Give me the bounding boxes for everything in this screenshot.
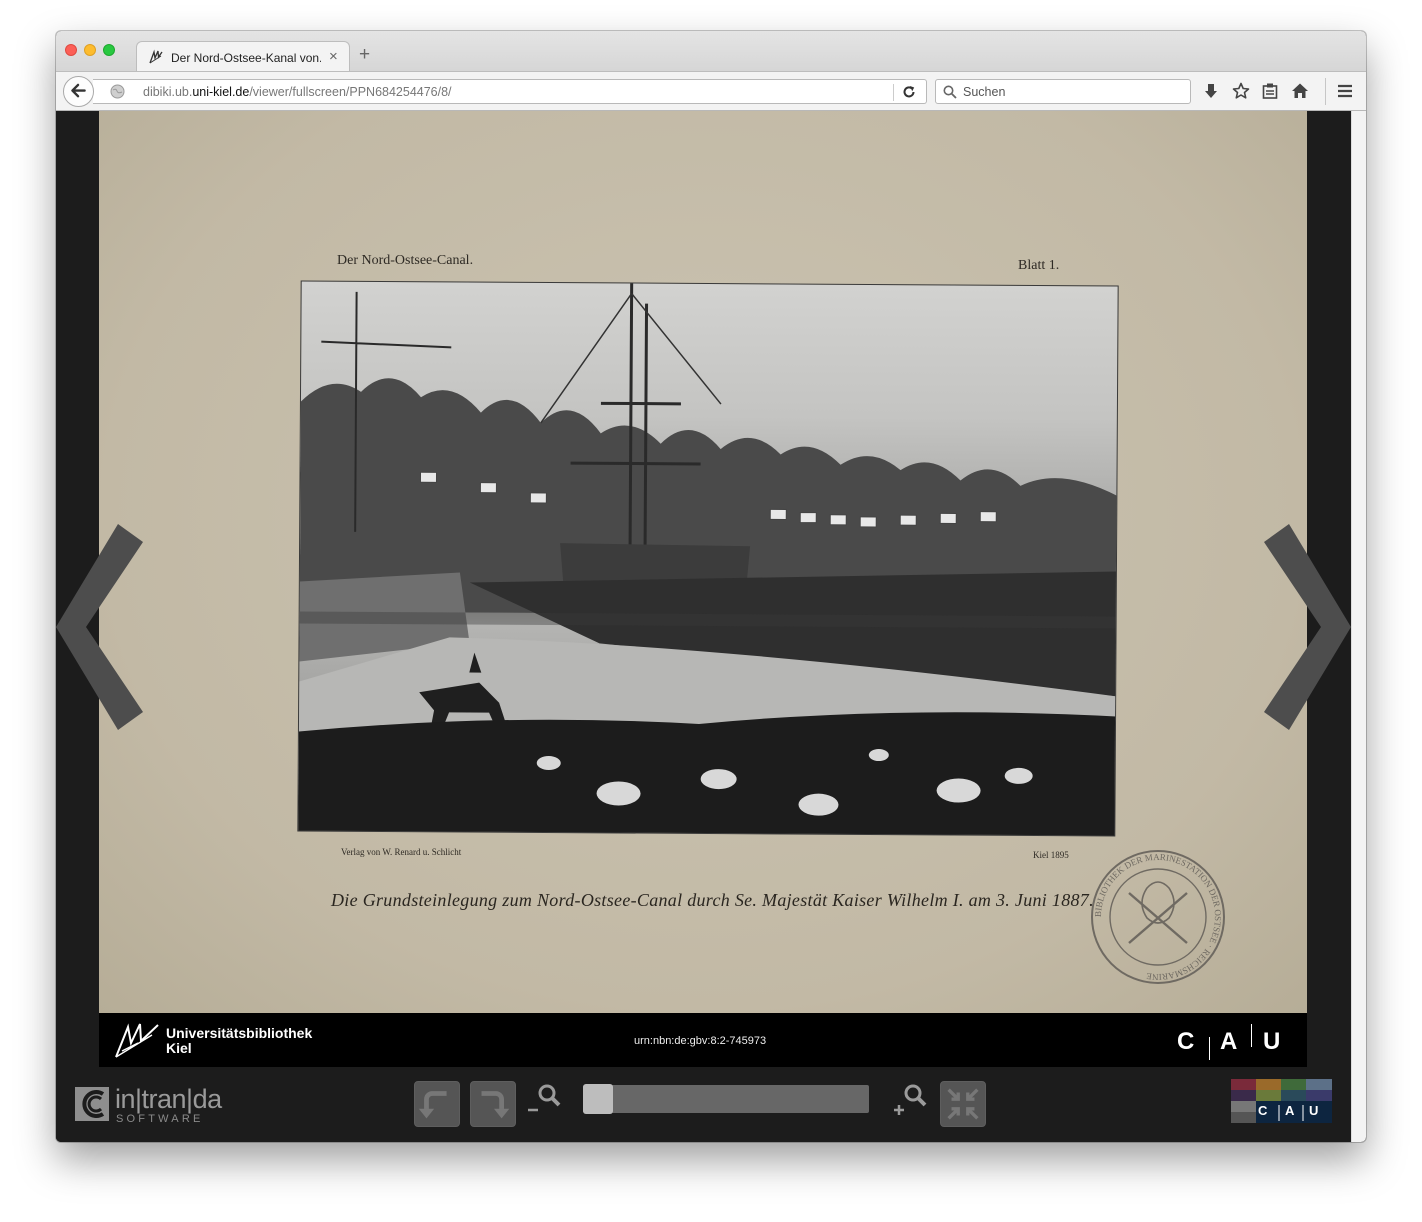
home-icon[interactable]	[1291, 82, 1309, 100]
chevron-right-icon[interactable]	[1264, 524, 1351, 730]
document-page-image[interactable]: Der Nord-Ostsee-Canal. Blatt 1. Verlag v…	[99, 111, 1307, 1013]
cau-divider	[1251, 1024, 1252, 1047]
zoom-slider-track[interactable]	[583, 1085, 869, 1113]
library-name: Universitätsbibliothek Kiel	[166, 1026, 312, 1056]
cau-small-letter-u: U	[1309, 1103, 1319, 1118]
page-header-title: Der Nord-Ostsee-Canal.	[337, 253, 474, 268]
viewer-toolbar: in|tran|da SOFTWARE C A U	[56, 1067, 1351, 1142]
url-domain: uni-kiel.de	[192, 85, 250, 99]
cau-logo: C A U	[1177, 1024, 1287, 1060]
viewer-content: Der Nord-Ostsee-Canal. Blatt 1. Verlag v…	[56, 111, 1366, 1142]
back-button[interactable]	[63, 76, 94, 107]
library-name-line2: Kiel	[166, 1040, 192, 1056]
star-icon[interactable]	[1232, 82, 1250, 100]
exit-fullscreen-button[interactable]	[940, 1081, 986, 1127]
intranda-logo-text: in|tran|da	[115, 1084, 222, 1114]
photo-publisher-credit: Verlag von W. Renard u. Schlicht	[341, 847, 462, 857]
globe-icon	[110, 84, 125, 99]
cau-divider	[1209, 1037, 1210, 1060]
intranda-logo-icon	[75, 1087, 109, 1121]
close-window-button[interactable]	[65, 44, 77, 56]
photo-place-date: Kiel 1895	[1033, 850, 1069, 860]
reload-icon[interactable]	[901, 84, 917, 100]
url-text: dibiki.ub.uni-kiel.de/viewer/fullscreen/…	[143, 85, 452, 99]
cau-letter-c: C	[1177, 1028, 1195, 1055]
url-path: /viewer/fullscreen/PPN684254476/8/	[249, 85, 452, 99]
library-stamp: BIBLIOTHEK DER MARINESTATION DER OSTSEE …	[1091, 850, 1225, 984]
page-footer-bar: Universitätsbibliothek Kiel urn:nbn:de:g…	[99, 1013, 1307, 1067]
browser-window: Der Nord-Ostsee-Kanal von... × + dibiki.…	[56, 31, 1366, 1142]
page-caption: Die Grundsteinlegung zum Nord-Ostsee-Can…	[331, 890, 1094, 910]
url-separator	[893, 84, 894, 101]
cau-small-letter-c: C	[1258, 1103, 1268, 1118]
browser-tab-active[interactable]: Der Nord-Ostsee-Kanal von... ×	[136, 41, 350, 72]
minimize-window-button[interactable]	[84, 44, 96, 56]
library-name-line1: Universitätsbibliothek	[166, 1025, 313, 1041]
navigation-bar: dibiki.ub.uni-kiel.de/viewer/fullscreen/…	[56, 71, 1366, 111]
url-bar[interactable]: dibiki.ub.uni-kiel.de/viewer/fullscreen/…	[93, 79, 927, 104]
tab-title: Der Nord-Ostsee-Kanal von...	[171, 51, 321, 65]
scrollbar[interactable]	[1351, 111, 1366, 1142]
urn-identifier: urn:nbn:de:gbv:8:2-745973	[634, 1035, 767, 1047]
download-icon[interactable]	[1202, 82, 1220, 100]
exit-fullscreen-icon	[947, 1088, 979, 1120]
rotate-right-icon	[481, 1091, 510, 1119]
rotate-right-button[interactable]	[470, 1081, 516, 1127]
chevron-left-icon[interactable]	[56, 524, 143, 730]
intranda-logo-subtitle: SOFTWARE	[116, 1113, 204, 1125]
zoom-window-button[interactable]	[103, 44, 115, 56]
url-prefix: dibiki.ub.	[143, 85, 193, 99]
toolbar-separator	[1325, 78, 1326, 105]
tab-close-icon[interactable]: ×	[329, 48, 338, 65]
historic-photograph	[297, 280, 1119, 837]
page-header-sheet: Blatt 1.	[1018, 258, 1060, 273]
cau-letter-a: A	[1220, 1028, 1238, 1055]
cau-small-letter-a: A	[1285, 1103, 1295, 1118]
rotate-left-button[interactable]	[414, 1081, 460, 1127]
tab-strip: Der Nord-Ostsee-Kanal von... × +	[56, 31, 1366, 72]
ub-kiel-logo-icon	[115, 1023, 159, 1058]
rotate-left-icon	[418, 1091, 447, 1119]
clipboard-icon[interactable]	[1261, 82, 1279, 100]
new-tab-button[interactable]: +	[359, 45, 370, 64]
hamburger-menu-icon[interactable]	[1336, 82, 1354, 100]
search-icon	[943, 85, 957, 99]
zoom-out-icon[interactable]	[526, 1081, 562, 1117]
search-placeholder: Suchen	[963, 85, 1006, 99]
zoom-slider-thumb[interactable]	[583, 1084, 613, 1114]
search-bar[interactable]: Suchen	[935, 79, 1191, 104]
site-favicon-icon	[149, 49, 163, 64]
cau-letter-u: U	[1263, 1028, 1281, 1055]
zoom-in-icon[interactable]	[892, 1081, 928, 1117]
back-arrow-icon	[71, 83, 86, 98]
